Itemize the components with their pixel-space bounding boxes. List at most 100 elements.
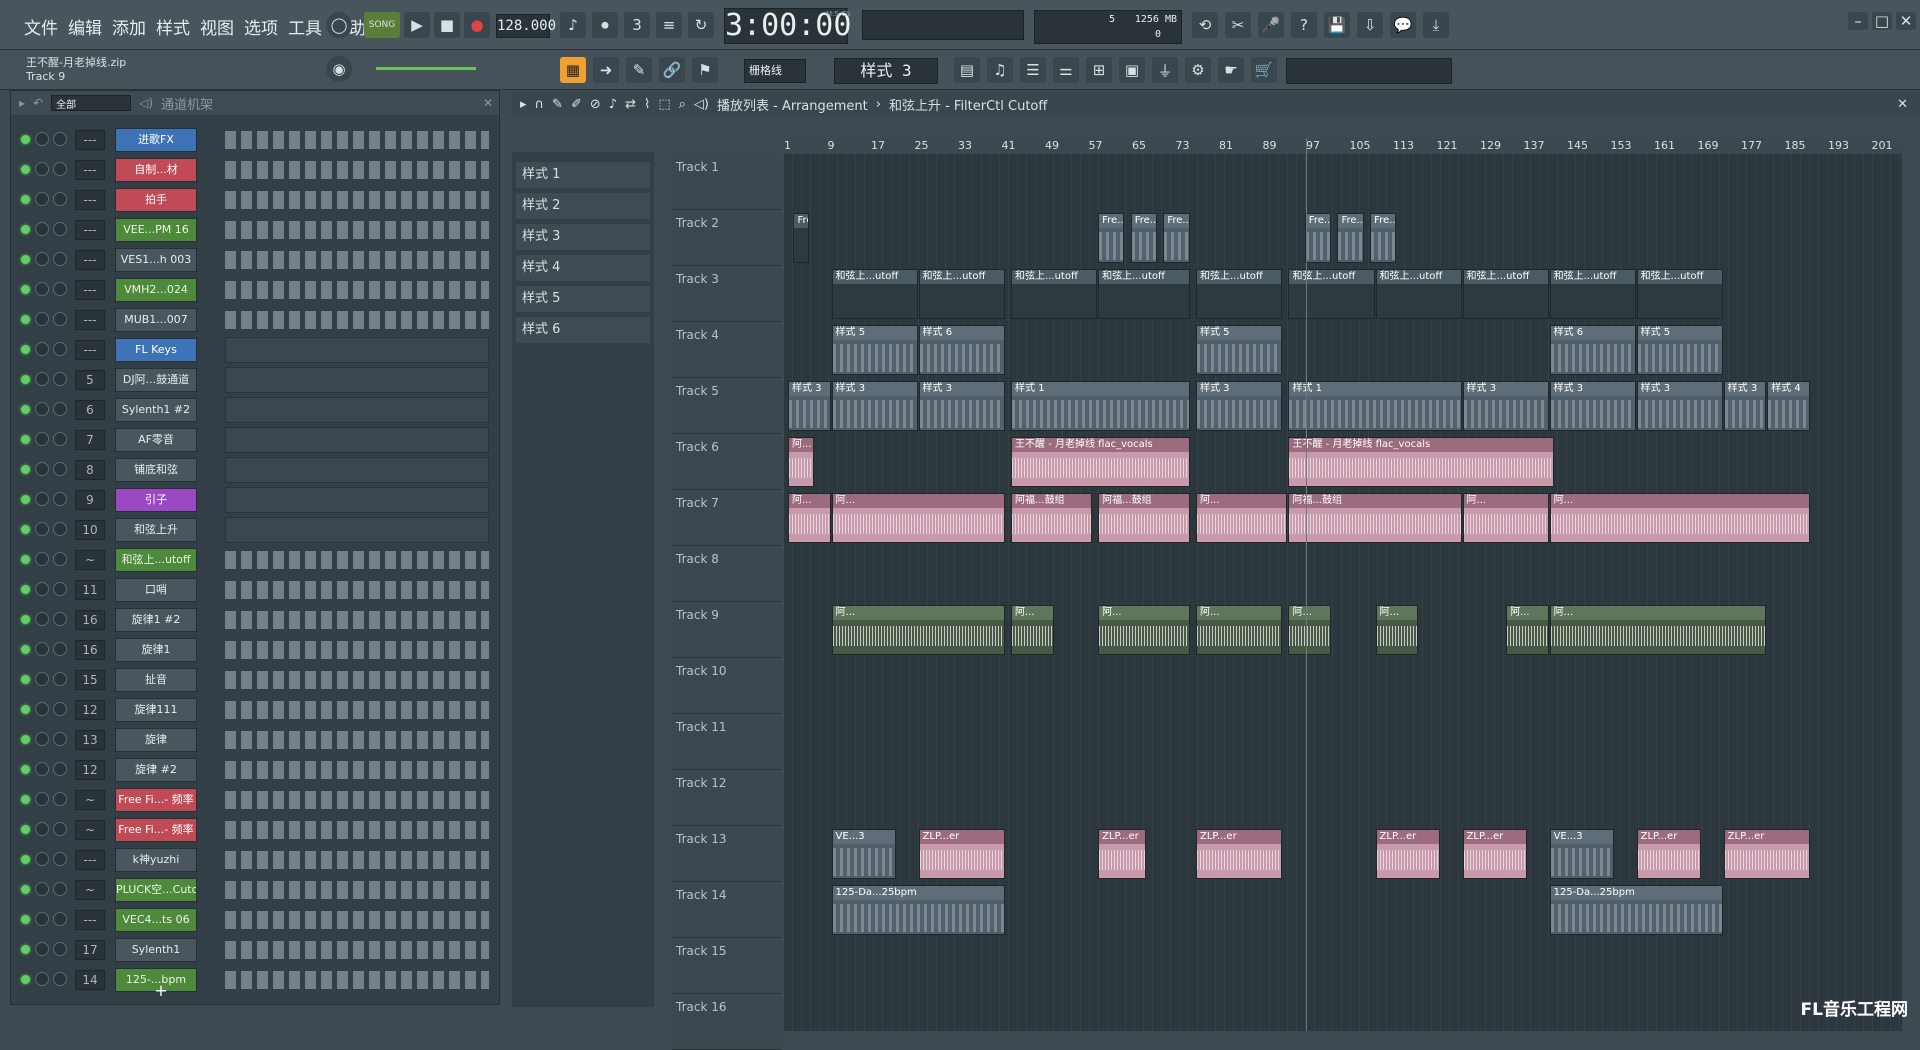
playlist-clip[interactable]: VE...3 — [1549, 829, 1614, 879]
pattern-item[interactable]: 样式 5 — [516, 286, 650, 312]
volume-knob-icon[interactable] — [53, 192, 67, 206]
channel-name-button[interactable]: 铺底和弦 — [115, 458, 197, 482]
chat-icon[interactable]: 💬 — [1390, 12, 1416, 38]
volume-knob-icon[interactable] — [53, 342, 67, 356]
stop-icon[interactable]: ■ — [434, 12, 460, 38]
step-sequencer[interactable] — [225, 311, 489, 329]
help-icon[interactable]: ? — [1291, 12, 1317, 38]
channel-name-button[interactable]: 口哨 — [115, 578, 197, 602]
playlist-clip[interactable]: 和弦上...utoff — [1196, 269, 1283, 319]
volume-knob-icon[interactable] — [53, 882, 67, 896]
tools-icon[interactable]: ⚙ — [1185, 57, 1211, 83]
step-sequencer[interactable] — [225, 881, 489, 899]
channel-name-button[interactable]: VMH2...024 — [115, 278, 197, 302]
step-sequencer[interactable] — [225, 821, 489, 839]
playlist-clip[interactable]: 和弦上...utoff — [1549, 269, 1636, 319]
playlist-clip[interactable]: VE...3 — [831, 829, 896, 879]
playlist-clip[interactable]: Fre... — [793, 213, 809, 263]
mixer-track-number[interactable]: --- — [75, 310, 105, 330]
track-header[interactable]: Track 15 — [672, 938, 782, 994]
track-header[interactable]: Track 2 — [672, 210, 782, 266]
volume-knob-icon[interactable] — [53, 942, 67, 956]
timeline-ruler[interactable]: 1 9 17 25 33 41 49 57 65 73 81 89 97 105 113 121 129 137 1… — [784, 138, 1902, 154]
speaker-icon[interactable]: ◁) — [694, 97, 709, 112]
volume-knob-icon[interactable] — [53, 672, 67, 686]
volume-knob-icon[interactable] — [53, 282, 67, 296]
countdown-icon[interactable]: 3 — [624, 12, 650, 38]
playlist-clip[interactable]: ZLP...er — [1636, 829, 1701, 879]
pan-knob-icon[interactable] — [35, 912, 49, 926]
channel-row[interactable]: 11 口哨 — [11, 575, 501, 605]
menu-file[interactable]: 文件 — [24, 14, 58, 39]
pan-knob-icon[interactable] — [35, 672, 49, 686]
playlist-clip[interactable]: 125-Da...25bpm — [831, 885, 1005, 935]
step-sequencer[interactable] — [225, 221, 489, 239]
channel-name-button[interactable]: 扯音 — [115, 668, 197, 692]
playlist-clip[interactable]: 样式 5 — [1636, 325, 1723, 375]
playlist-clip[interactable]: 样式 5 — [831, 325, 918, 375]
wait-icon[interactable]: ⏺ — [592, 12, 618, 38]
rack-filter-select[interactable]: 全部 — [51, 95, 132, 111]
channel-led[interactable] — [21, 255, 30, 264]
volume-knob-icon[interactable] — [53, 402, 67, 416]
channel-led[interactable] — [21, 735, 30, 744]
playlist-clip[interactable]: 阿... — [1011, 605, 1054, 655]
mixer-track-number[interactable]: 14 — [75, 970, 105, 990]
channel-rack-icon[interactable]: ☰ — [1020, 57, 1046, 83]
menu-options[interactable]: 选项 — [244, 14, 278, 39]
channel-pianoroll-preview[interactable] — [225, 517, 489, 543]
playlist-clip[interactable]: Fre... — [1370, 213, 1397, 263]
channel-name-button[interactable]: Free Fi...- 频率 — [115, 818, 197, 842]
playlist-clip[interactable]: 阿福...鼓组 — [1011, 493, 1092, 543]
playhead[interactable] — [1306, 138, 1307, 1031]
add-channel-button[interactable]: + — [151, 981, 171, 1000]
track-header[interactable]: Track 13 — [672, 826, 782, 882]
channel-row[interactable]: 13 旋律 — [11, 725, 501, 755]
playlist-clip[interactable]: 样式 3 — [1462, 381, 1549, 431]
snap-select[interactable]: 栅格线 — [744, 59, 806, 83]
playlist-clip[interactable]: 样式 1 — [1288, 381, 1462, 431]
stamp-icon[interactable]: ⚑ — [692, 57, 718, 83]
playlist-clip[interactable]: 和弦上...utoff — [1462, 269, 1549, 319]
volume-knob-icon[interactable] — [53, 642, 67, 656]
playlist-clip[interactable]: 阿... — [1098, 605, 1190, 655]
mic-icon[interactable]: 🎤 — [1258, 12, 1284, 38]
channel-row[interactable]: --- FL Keys — [11, 335, 501, 365]
channel-led[interactable] — [21, 285, 30, 294]
channel-led[interactable] — [21, 825, 30, 834]
mixer-track-number[interactable]: 8 — [75, 460, 105, 480]
playlist-clip[interactable]: 阿... — [788, 493, 831, 543]
mixer-track-number[interactable]: ~ — [75, 820, 105, 840]
pan-knob-icon[interactable] — [35, 762, 49, 776]
pan-knob-icon[interactable] — [35, 432, 49, 446]
volume-knob-icon[interactable] — [53, 912, 67, 926]
channel-row[interactable]: ~ PLUCK空...Cutoff — [11, 875, 501, 905]
volume-knob-icon[interactable] — [53, 822, 67, 836]
channel-row[interactable]: 7 AF零音 — [11, 425, 501, 455]
close-icon[interactable]: ✕ — [483, 96, 493, 110]
channel-led[interactable] — [21, 615, 30, 624]
channel-row[interactable]: 15 扯音 — [11, 665, 501, 695]
playlist-clip[interactable]: 样式 3 — [918, 381, 1005, 431]
undo-icon[interactable]: ⟲ — [1192, 12, 1218, 38]
playlist-clip[interactable]: Fre... — [1337, 213, 1364, 263]
playlist-clip[interactable]: 和弦上...utoff — [1011, 269, 1098, 319]
menu-view[interactable]: 视图 — [200, 14, 234, 39]
playlist-clip[interactable]: 阿... — [1506, 605, 1549, 655]
step-sequencer[interactable] — [225, 791, 489, 809]
pan-knob-icon[interactable] — [35, 282, 49, 296]
pan-knob-icon[interactable] — [35, 132, 49, 146]
channel-led[interactable] — [21, 705, 30, 714]
volume-knob-icon[interactable] — [53, 582, 67, 596]
mixer-track-number[interactable]: --- — [75, 280, 105, 300]
channel-led[interactable] — [21, 435, 30, 444]
channel-name-button[interactable]: Sylenth1 — [115, 938, 197, 962]
channel-led[interactable] — [21, 975, 30, 984]
pan-knob-icon[interactable] — [35, 822, 49, 836]
volume-knob-icon[interactable] — [53, 792, 67, 806]
playlist-clip[interactable]: 样式 3 — [1196, 381, 1283, 431]
channel-name-button[interactable]: 旋律 #2 — [115, 758, 197, 782]
playlist-clip[interactable]: ZLP...er — [1196, 829, 1283, 879]
playlist-clip[interactable]: ZLP...er — [1375, 829, 1440, 879]
mixer-track-number[interactable]: 11 — [75, 580, 105, 600]
